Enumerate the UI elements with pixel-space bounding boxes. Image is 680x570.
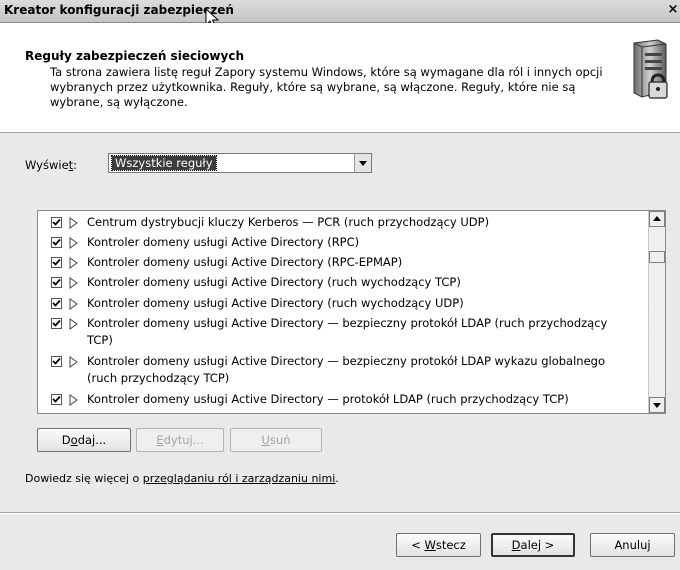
next-button[interactable]: Dalej > xyxy=(491,533,575,557)
checkmark-icon xyxy=(52,278,61,286)
checkmark-icon xyxy=(52,218,61,226)
edit-rule-button[interactable]: Edytuj... xyxy=(136,428,224,452)
rule-checkbox[interactable] xyxy=(51,394,62,405)
window-title: Kreator konfiguracji zabezpieczeń xyxy=(4,3,234,17)
footer-separator xyxy=(0,512,680,514)
cancel-button[interactable]: Anuluj xyxy=(590,533,675,557)
rule-checkbox[interactable] xyxy=(51,318,62,329)
rule-checkbox[interactable] xyxy=(51,298,62,309)
rules-list[interactable]: Centrum dystrybucji kluczy Kerberos — PC… xyxy=(37,210,666,414)
rule-direction-icon xyxy=(69,217,78,232)
rule-label: Kontroler domeny usługi Active Directory… xyxy=(87,235,360,249)
rule-label: Kontroler domeny usługi Active Directory… xyxy=(87,275,461,289)
checkmark-icon xyxy=(52,299,61,307)
rules-list-viewport: Centrum dystrybucji kluczy Kerberos — PC… xyxy=(38,211,648,413)
wizard-window: Kreator konfiguracji zabezpieczeń × Regu… xyxy=(0,0,680,570)
remove-rule-button[interactable]: Usuń xyxy=(230,428,322,452)
combobox-dropdown-button[interactable] xyxy=(354,154,371,172)
rule-direction-icon xyxy=(69,318,78,333)
server-lock-icon xyxy=(633,39,668,99)
checkmark-icon xyxy=(52,319,61,327)
rule-label: Kontroler domeny usługi Active Directory… xyxy=(87,392,569,406)
rule-direction-icon xyxy=(69,394,78,409)
rule-direction-icon xyxy=(69,277,78,292)
rule-direction-icon xyxy=(69,298,78,313)
title-bar[interactable]: Kreator konfiguracji zabezpieczeń × xyxy=(0,0,680,29)
checkmark-icon xyxy=(52,258,61,266)
scroll-up-icon xyxy=(653,216,661,221)
rule-direction-icon xyxy=(69,237,78,252)
back-button[interactable]: < Wstecz xyxy=(396,533,481,557)
rule-row[interactable]: Kontroler domeny usługi Active Directory… xyxy=(38,315,648,349)
rule-direction-icon xyxy=(69,356,78,371)
checkmark-icon xyxy=(52,238,61,246)
scroll-up-button[interactable] xyxy=(649,211,665,227)
rule-checkbox[interactable] xyxy=(51,356,62,367)
chevron-down-icon xyxy=(359,161,367,166)
page-header: Reguły zabezpieczeń sieciowych Ta strona… xyxy=(0,23,680,133)
scroll-down-icon xyxy=(653,403,661,408)
learn-more-link[interactable]: przeglądaniu ról i zarządzaniu nimi xyxy=(143,472,336,485)
learn-more-text: Dowiedz się więcej o przeglądaniu ról i … xyxy=(25,472,339,485)
view-label: Wyświet: xyxy=(25,158,78,172)
rule-label: Kontroler domeny usługi Active Directory… xyxy=(87,354,605,385)
rules-list-scrollbar[interactable] xyxy=(648,211,665,413)
checkmark-icon xyxy=(52,357,61,365)
scroll-down-button[interactable] xyxy=(649,397,665,413)
view-filter-combobox[interactable]: Wszystkie reguły xyxy=(108,153,372,173)
scroll-thumb[interactable] xyxy=(649,251,665,263)
rule-row[interactable]: Centrum dystrybucji kluczy Kerberos — PC… xyxy=(38,214,648,231)
page-description: Ta strona zawiera listę reguł Zapory sys… xyxy=(50,65,603,109)
rule-label: Centrum dystrybucji kluczy Kerberos — PC… xyxy=(87,215,490,229)
checkmark-icon xyxy=(52,395,61,403)
rule-row[interactable]: Kontroler domeny usługi Active Directory… xyxy=(38,234,648,251)
rule-row[interactable]: Kontroler domeny usługi Active Directory… xyxy=(38,254,648,271)
rule-label: Kontroler domeny usługi Active Directory… xyxy=(87,296,464,310)
rule-checkbox[interactable] xyxy=(51,217,62,228)
rule-label: Kontroler domeny usługi Active Directory… xyxy=(87,255,403,269)
rule-row[interactable]: Kontroler domeny usługi Active Directory… xyxy=(38,353,648,387)
close-button[interactable]: × xyxy=(666,2,680,18)
rule-row[interactable]: Kontroler domeny usługi Active Directory… xyxy=(38,391,648,408)
rule-checkbox[interactable] xyxy=(51,257,62,268)
view-filter-value: Wszystkie reguły xyxy=(111,155,217,171)
rule-label: Kontroler domeny usługi Active Directory… xyxy=(87,316,608,347)
rule-checkbox[interactable] xyxy=(51,277,62,288)
rule-row[interactable]: Kontroler domeny usługi Active Directory… xyxy=(38,295,648,312)
add-rule-button[interactable]: Dodaj... xyxy=(37,428,131,452)
page-title: Reguły zabezpieczeń sieciowych xyxy=(25,49,244,63)
rule-checkbox[interactable] xyxy=(51,237,62,248)
rule-row[interactable]: Kontroler domeny usługi Active Directory… xyxy=(38,274,648,291)
rule-direction-icon xyxy=(69,257,78,272)
